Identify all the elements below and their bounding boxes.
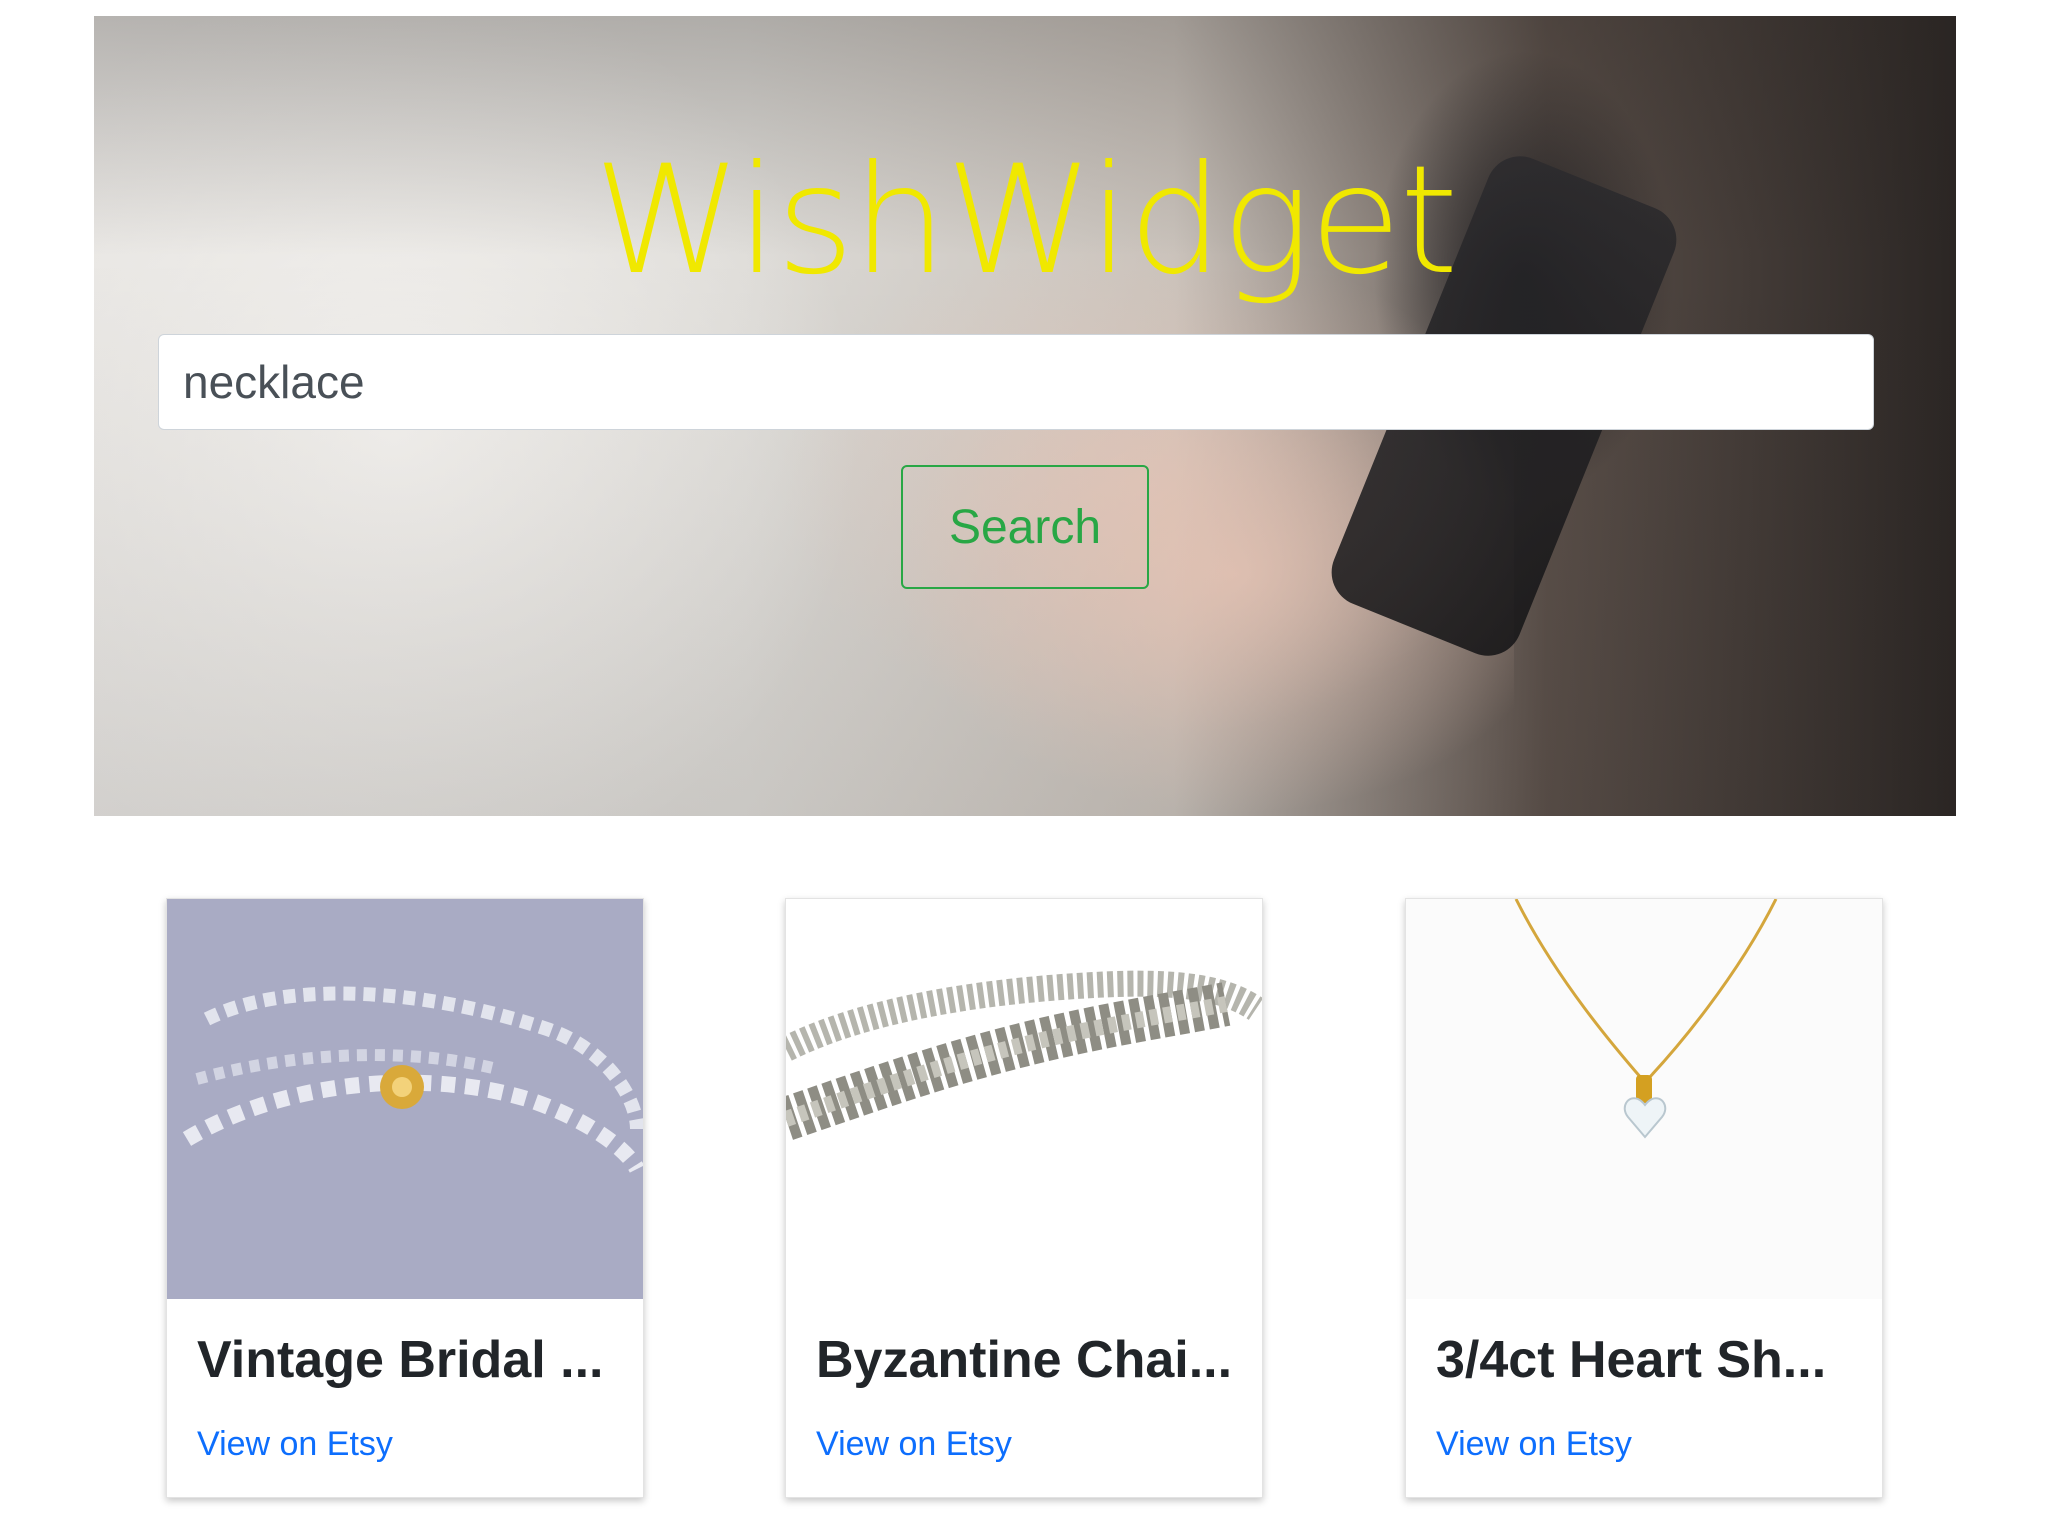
result-card[interactable]: Byzantine Chai... View on Etsy — [785, 898, 1263, 1498]
crystal-necklace-image — [167, 899, 643, 1299]
result-card[interactable]: 3/4ct Heart Sh... View on Etsy — [1405, 898, 1883, 1498]
card-title: 3/4ct Heart Sh... — [1436, 1331, 1827, 1389]
product-image-heart-pendant[interactable] — [1406, 899, 1882, 1299]
search-input[interactable] — [158, 334, 1874, 430]
hero-banner: WishWidget Search — [94, 16, 1956, 816]
card-title: Byzantine Chai... — [816, 1331, 1233, 1389]
app-title: WishWidget — [593, 134, 1459, 308]
product-image-crystal-necklace[interactable] — [167, 899, 643, 1299]
chain-bracelet-image — [786, 899, 1262, 1299]
product-image-byzantine-chain[interactable] — [786, 899, 1262, 1299]
view-on-etsy-link[interactable]: View on Etsy — [197, 1425, 393, 1464]
view-on-etsy-link[interactable]: View on Etsy — [1436, 1425, 1632, 1464]
result-card[interactable]: Vintage Bridal ... View on Etsy — [166, 898, 644, 1498]
search-button[interactable]: Search — [901, 465, 1149, 589]
card-title: Vintage Bridal ... — [197, 1331, 604, 1389]
view-on-etsy-link[interactable]: View on Etsy — [816, 1425, 1012, 1464]
heart-pendant-image — [1406, 899, 1882, 1299]
